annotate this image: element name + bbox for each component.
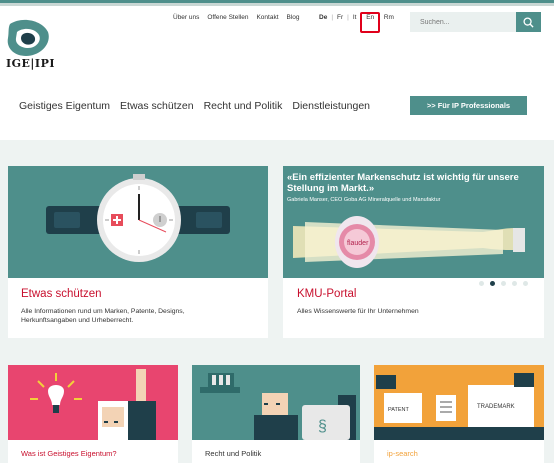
search-input[interactable]: [410, 12, 516, 32]
card-kmu-portal[interactable]: flauder «Ein effizienter Markenschutz is…: [283, 166, 544, 338]
card-protect[interactable]: Etwas schützen Alle Informationen rund u…: [8, 166, 268, 338]
card-ip-search[interactable]: PATENT TRADEMARK ip-search: [374, 365, 544, 463]
carousel-dot[interactable]: [501, 281, 506, 286]
quote-author: Gabriela Manser, CEO Goba AG Mineralquel…: [287, 197, 441, 203]
bottle-label: flauder: [347, 240, 369, 247]
carousel-dot[interactable]: [479, 281, 484, 286]
ip-professionals-button[interactable]: >> Für IP Professionals: [410, 96, 527, 115]
nav-link-about[interactable]: Über uns: [173, 14, 199, 21]
lawyer-illustration: §: [192, 365, 360, 440]
lang-rm[interactable]: Rm: [384, 14, 394, 21]
lightbulb-illustration: [8, 365, 178, 440]
patent-label: PATENT: [388, 407, 410, 413]
main-nav-law-politics[interactable]: Recht und Politik: [204, 100, 283, 112]
lang-it[interactable]: It: [353, 14, 357, 21]
search-bar: [410, 12, 541, 32]
card-title[interactable]: Recht und Politik: [205, 449, 261, 458]
card-law-politics[interactable]: § Recht und Politik: [192, 365, 360, 463]
highlight-box: [360, 12, 380, 33]
search-button[interactable]: [516, 12, 541, 32]
card-what-is-ip[interactable]: Was ist Geistiges Eigentum?: [8, 365, 178, 463]
carousel-dots: [479, 281, 528, 286]
card-description: Alles Wissenswerte für Ihr Unternehmen: [297, 308, 419, 315]
utility-nav: Über uns Offene Stellen Kontakt Blog: [173, 14, 308, 21]
carousel-dot-active[interactable]: [490, 281, 495, 286]
svg-text:§: §: [318, 418, 327, 435]
nav-link-jobs[interactable]: Offene Stellen: [207, 14, 248, 21]
main-nav-services[interactable]: Dienstleistungen: [292, 100, 370, 112]
language-switcher: De | Fr | It | En | Rm: [319, 14, 394, 21]
carousel-dot[interactable]: [512, 281, 517, 286]
main-nav-intellectual-property[interactable]: Geistiges Eigentum: [19, 100, 110, 112]
logo-text: IGE|IPI: [6, 57, 55, 70]
card-title[interactable]: Was ist Geistiges Eigentum?: [21, 449, 117, 458]
search-icon: [523, 16, 534, 28]
main-nav: Geistiges Eigentum Etwas schützen Recht …: [19, 100, 380, 112]
lang-fr[interactable]: Fr: [337, 14, 343, 21]
watch-illustration: [8, 166, 268, 278]
nav-link-blog[interactable]: Blog: [287, 14, 300, 21]
card-title[interactable]: KMU-Portal: [297, 288, 356, 300]
card-description: Alle Informationen rund um Marken, Paten…: [21, 308, 185, 324]
lang-de[interactable]: De: [319, 14, 327, 21]
card-title[interactable]: ip-search: [387, 449, 418, 458]
carousel-dot[interactable]: [523, 281, 528, 286]
trademark-label: TRADEMARK: [477, 404, 515, 410]
nav-link-contact[interactable]: Kontakt: [256, 14, 278, 21]
quote-text: «Ein effizienter Markenschutz ist wichti…: [287, 172, 519, 194]
card-title[interactable]: Etwas schützen: [21, 288, 102, 300]
main-nav-protect[interactable]: Etwas schützen: [120, 100, 194, 112]
trademark-illustration: PATENT TRADEMARK: [374, 365, 544, 440]
